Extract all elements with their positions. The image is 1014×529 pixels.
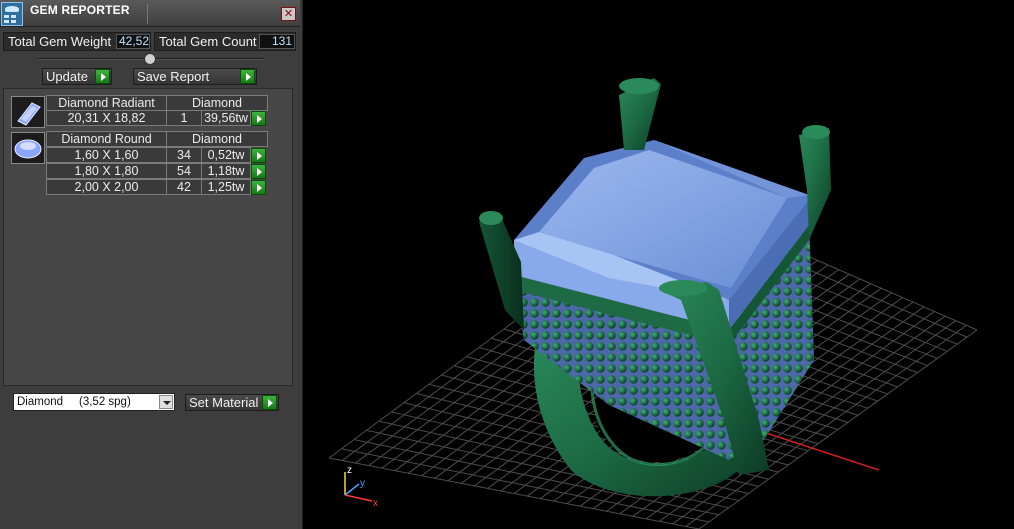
gem-count: 42 — [166, 179, 202, 195]
select-gem-button[interactable] — [251, 111, 266, 126]
save-report-button[interactable]: Save Report — [133, 68, 257, 85]
title-bar[interactable]: GEM REPORTER ✕ — [0, 0, 300, 27]
close-button[interactable]: ✕ — [281, 7, 296, 21]
gem-count: 1 — [166, 110, 202, 126]
chevron-down-icon[interactable] — [159, 395, 173, 409]
play-arrow-icon — [95, 69, 110, 84]
play-arrow-icon — [262, 395, 277, 410]
material-selected-value: Diamond (3,52 spg) — [17, 396, 131, 408]
x-axis-label: x — [373, 498, 378, 509]
gem-size: 2,00 X 2,00 — [46, 179, 167, 195]
3d-viewport[interactable]: z y x — [309, 0, 1014, 529]
select-gem-button[interactable] — [251, 164, 266, 179]
ring-render: z y x — [328, 78, 978, 529]
gem-list: Diamond Radiant Diamond 20,31 X 18,82 1 … — [3, 88, 293, 386]
radiant-cut-icon — [11, 96, 45, 128]
window-title: GEM REPORTER — [30, 3, 130, 17]
gem-group-name: Diamond Round — [46, 131, 167, 147]
set-material-button[interactable]: Set Material — [185, 394, 279, 411]
gem-weight: 1,18tw — [201, 163, 251, 179]
gem-group-name: Diamond Radiant — [46, 95, 167, 111]
gem-count: 54 — [166, 163, 202, 179]
z-axis-label: z — [347, 465, 352, 476]
gem-count: 34 — [166, 147, 202, 163]
total-gem-count-value: 131 — [259, 34, 295, 49]
gem-weight: 1,25tw — [201, 179, 251, 195]
y-axis-label: y — [360, 478, 365, 489]
close-icon: ✕ — [283, 7, 294, 20]
round-cut-icon — [11, 132, 45, 164]
total-gem-weight-label: Total Gem Weight — [8, 34, 112, 49]
gem-size: 20,31 X 18,82 — [46, 110, 167, 126]
select-gem-button[interactable] — [251, 148, 266, 163]
gem-group-material: Diamond — [166, 95, 268, 111]
gem-size: 1,80 X 1,80 — [46, 163, 167, 179]
title-separator — [147, 4, 148, 24]
update-label: Update — [46, 69, 88, 84]
total-gem-count-label: Total Gem Count — [159, 34, 257, 49]
gem-group-material: Diamond — [166, 131, 268, 147]
total-gem-weight-value: 42,52 — [116, 34, 150, 49]
gem-weight: 39,56tw — [201, 110, 251, 126]
total-gem-weight: Total Gem Weight 42,52 — [3, 32, 151, 51]
axis-gizmo: z y x — [344, 465, 378, 509]
gem-reporter-panel: GEM REPORTER ✕ Total Gem Weight 42,52 To… — [0, 0, 303, 529]
update-button[interactable]: Update — [42, 68, 112, 85]
play-arrow-icon — [240, 69, 255, 84]
gem-reporter-icon — [1, 2, 23, 26]
save-report-label: Save Report — [137, 69, 210, 84]
set-material-label: Set Material — [189, 395, 259, 410]
panel-slider-handle[interactable] — [144, 53, 156, 65]
gem-weight: 0,52tw — [201, 147, 251, 163]
select-gem-button[interactable] — [251, 180, 266, 195]
gem-size: 1,60 X 1,60 — [46, 147, 167, 163]
material-dropdown[interactable]: Diamond (3,52 spg) — [13, 393, 175, 411]
total-gem-count: Total Gem Count 131 — [154, 32, 296, 51]
